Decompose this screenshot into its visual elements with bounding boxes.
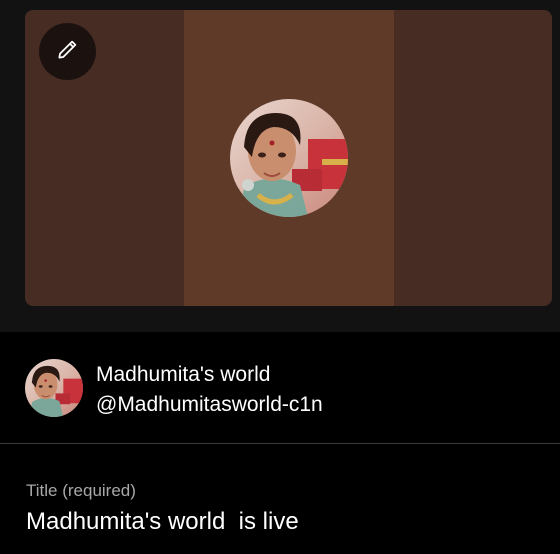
thumbnail-section bbox=[0, 0, 560, 332]
title-input[interactable]: Madhumita's world is live bbox=[26, 507, 536, 537]
channel-handle: @Madhumitasworld-c1n bbox=[96, 393, 323, 416]
pencil-icon bbox=[55, 36, 81, 67]
title-field-label: Title (required) bbox=[26, 481, 136, 500]
thumbnail-avatar bbox=[230, 99, 348, 217]
section-divider bbox=[0, 443, 560, 444]
stream-thumbnail-preview[interactable] bbox=[25, 10, 552, 306]
channel-name: Madhumita's world bbox=[96, 363, 271, 386]
channel-avatar bbox=[25, 359, 83, 417]
edit-thumbnail-button[interactable] bbox=[39, 23, 96, 80]
